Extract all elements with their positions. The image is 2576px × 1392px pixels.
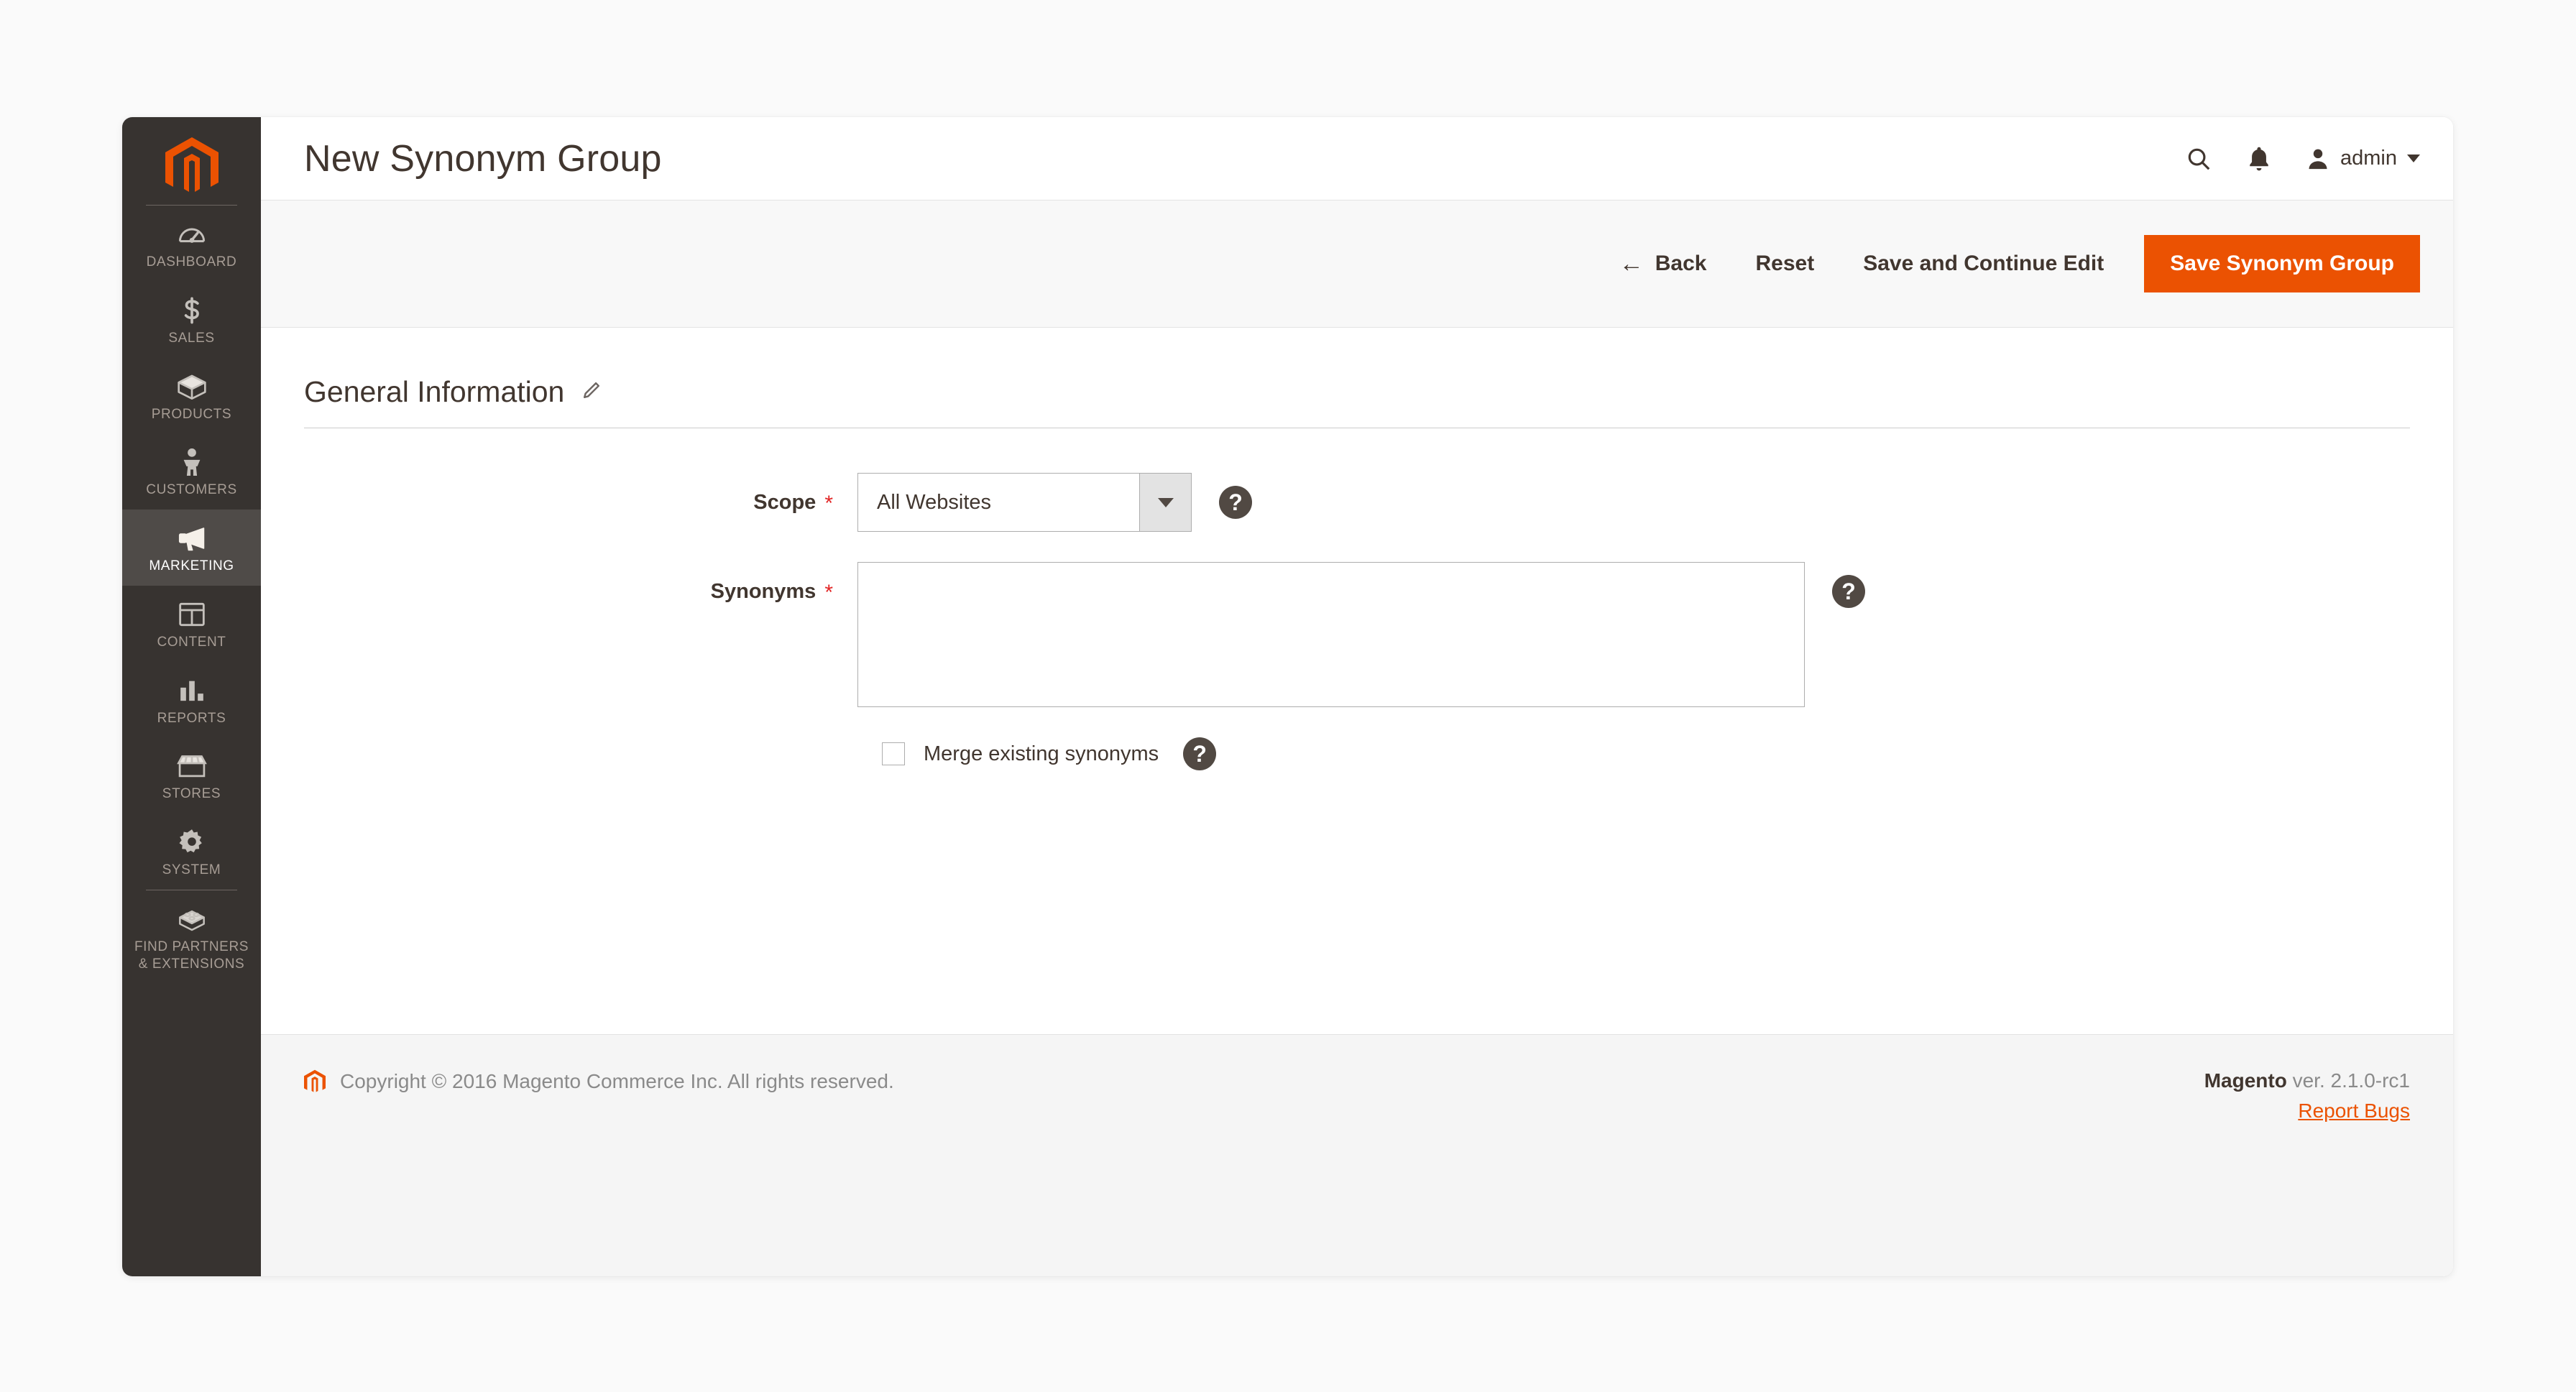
dashboard-gauge-icon bbox=[177, 219, 207, 249]
synonyms-textarea[interactable] bbox=[858, 563, 1804, 706]
page-actions-toolbar: ← Back Reset Save and Continue Edit Save… bbox=[261, 200, 2453, 328]
back-button-label: Back bbox=[1655, 252, 1707, 275]
section-title: General Information bbox=[304, 375, 565, 408]
back-arrow-icon: ← bbox=[1619, 250, 1644, 277]
synonyms-required-marker: * bbox=[824, 581, 833, 604]
synonyms-label: Synonyms bbox=[710, 579, 816, 603]
sidebar-item-customers[interactable]: CUSTOMERS bbox=[122, 433, 261, 510]
box-icon bbox=[176, 372, 208, 402]
version-number: ver. 2.1.0-rc1 bbox=[2286, 1069, 2410, 1092]
sidebar-item-marketing[interactable]: MARKETING bbox=[122, 510, 261, 586]
user-avatar-icon bbox=[2309, 149, 2327, 169]
scope-help-icon[interactable]: ? bbox=[1219, 486, 1252, 519]
admin-application-window: DASHBOARD SALES PRODUCTS CUSTOMERS MARKETING… bbox=[122, 117, 2453, 1276]
gear-icon bbox=[177, 827, 207, 857]
merge-existing-synonyms-row: Merge existing synonyms ? bbox=[857, 737, 2410, 770]
copyright-block: Copyright © 2016 Magento Commerce Inc. A… bbox=[304, 1069, 894, 1094]
main-content-area: New Synonym Group admin ← Back Reset Sav… bbox=[261, 117, 2453, 1276]
page-footer: Copyright © 2016 Magento Commerce Inc. A… bbox=[261, 1034, 2453, 1276]
lego-brick-icon bbox=[176, 904, 208, 934]
reset-button-label: Reset bbox=[1755, 252, 1815, 275]
sidebar-item-label: SYSTEM bbox=[162, 862, 221, 877]
person-icon bbox=[178, 447, 206, 477]
save-and-continue-edit-button[interactable]: Save and Continue Edit bbox=[1839, 252, 2128, 276]
sidebar-item-label: PRODUCTS bbox=[151, 406, 232, 422]
sidebar-item-find-partners-extensions[interactable]: FIND PARTNERS & EXTENSIONS bbox=[122, 890, 261, 984]
sidebar-item-system[interactable]: SYSTEM bbox=[122, 813, 261, 890]
synonym-group-form: Scope * All Websites ? Synonyms * ? Merg… bbox=[304, 428, 2410, 770]
synonyms-control: ? bbox=[857, 562, 1865, 707]
search-icon[interactable] bbox=[2185, 145, 2212, 172]
magento-logo-icon bbox=[165, 137, 218, 192]
reset-button[interactable]: Reset bbox=[1731, 252, 1839, 276]
version-line: Magento ver. 2.1.0-rc1 bbox=[2204, 1069, 2410, 1092]
magento-logo-small-icon bbox=[304, 1069, 326, 1092]
scope-select-arrow[interactable] bbox=[1139, 474, 1191, 531]
merge-help-icon[interactable]: ? bbox=[1183, 737, 1217, 770]
scope-label-column: Scope * bbox=[304, 473, 857, 532]
back-button[interactable]: ← Back bbox=[1595, 252, 1731, 276]
scope-select[interactable]: All Websites bbox=[857, 473, 1192, 532]
sidebar-item-label: MARKETING bbox=[149, 558, 234, 573]
bell-icon[interactable] bbox=[2247, 145, 2271, 172]
sidebar-item-label: FIND PARTNERS & EXTENSIONS bbox=[134, 939, 249, 972]
page-header: New Synonym Group admin bbox=[261, 117, 2453, 200]
scope-select-value: All Websites bbox=[877, 490, 992, 514]
layout-icon bbox=[178, 599, 206, 630]
sidebar-item-reports[interactable]: REPORTS bbox=[122, 662, 261, 738]
save-synonym-group-button[interactable]: Save Synonym Group bbox=[2144, 235, 2420, 292]
synonyms-help-icon[interactable]: ? bbox=[1832, 575, 1865, 608]
sidebar-item-products[interactable]: PRODUCTS bbox=[122, 358, 261, 434]
form-content: General Information Scope * All Websites… bbox=[261, 328, 2453, 1034]
magento-logo[interactable] bbox=[122, 127, 261, 205]
sidebar-item-dashboard[interactable]: DASHBOARD bbox=[122, 206, 261, 282]
sidebar-item-sales[interactable]: SALES bbox=[122, 282, 261, 358]
synonyms-field-row: Synonyms * ? bbox=[304, 562, 2410, 707]
chevron-down-icon bbox=[2407, 155, 2420, 162]
page-title: New Synonym Group bbox=[304, 137, 662, 180]
chevron-down-icon bbox=[1157, 497, 1174, 507]
synonyms-label-column: Synonyms * bbox=[304, 562, 857, 621]
merge-existing-synonyms-label: Merge existing synonyms bbox=[924, 742, 1159, 765]
synonyms-textarea-wrapper bbox=[857, 562, 1805, 707]
report-bugs-link: Report Bugs bbox=[2298, 1100, 2410, 1122]
scope-control: All Websites ? bbox=[857, 473, 1252, 532]
dollar-sign-icon bbox=[177, 295, 207, 326]
brand-name: Magento bbox=[2204, 1069, 2287, 1092]
megaphone-icon bbox=[175, 523, 208, 553]
sidebar-item-content[interactable]: CONTENT bbox=[122, 586, 261, 662]
save-and-continue-label: Save and Continue Edit bbox=[1863, 252, 2104, 275]
scope-field-row: Scope * All Websites ? bbox=[304, 473, 2410, 532]
merge-existing-synonyms-checkbox[interactable] bbox=[882, 742, 905, 765]
footer-version-block: Magento ver. 2.1.0-rc1 Report Bugs bbox=[2204, 1069, 2410, 1123]
sidebar-item-label: CONTENT bbox=[157, 634, 226, 650]
admin-username: admin bbox=[2340, 147, 2397, 170]
scope-required-marker: * bbox=[824, 492, 833, 515]
header-actions: admin bbox=[2185, 145, 2420, 172]
copyright-text: Copyright © 2016 Magento Commerce Inc. A… bbox=[340, 1070, 894, 1092]
admin-user-menu[interactable]: admin bbox=[2306, 147, 2420, 171]
storefront-icon bbox=[176, 751, 208, 781]
scope-label: Scope bbox=[753, 490, 816, 514]
pencil-icon[interactable] bbox=[581, 380, 602, 404]
main-sidebar-navigation: DASHBOARD SALES PRODUCTS CUSTOMERS MARKETING… bbox=[122, 117, 261, 1276]
sidebar-item-label: DASHBOARD bbox=[146, 254, 237, 269]
sidebar-item-label: SALES bbox=[168, 330, 215, 346]
sidebar-item-label: CUSTOMERS bbox=[146, 482, 237, 498]
section-header: General Information bbox=[304, 375, 2410, 428]
sidebar-item-label: STORES bbox=[162, 786, 221, 802]
sidebar-item-label: REPORTS bbox=[157, 710, 226, 726]
bar-chart-icon bbox=[178, 676, 206, 706]
sidebar-item-stores[interactable]: STORES bbox=[122, 737, 261, 813]
